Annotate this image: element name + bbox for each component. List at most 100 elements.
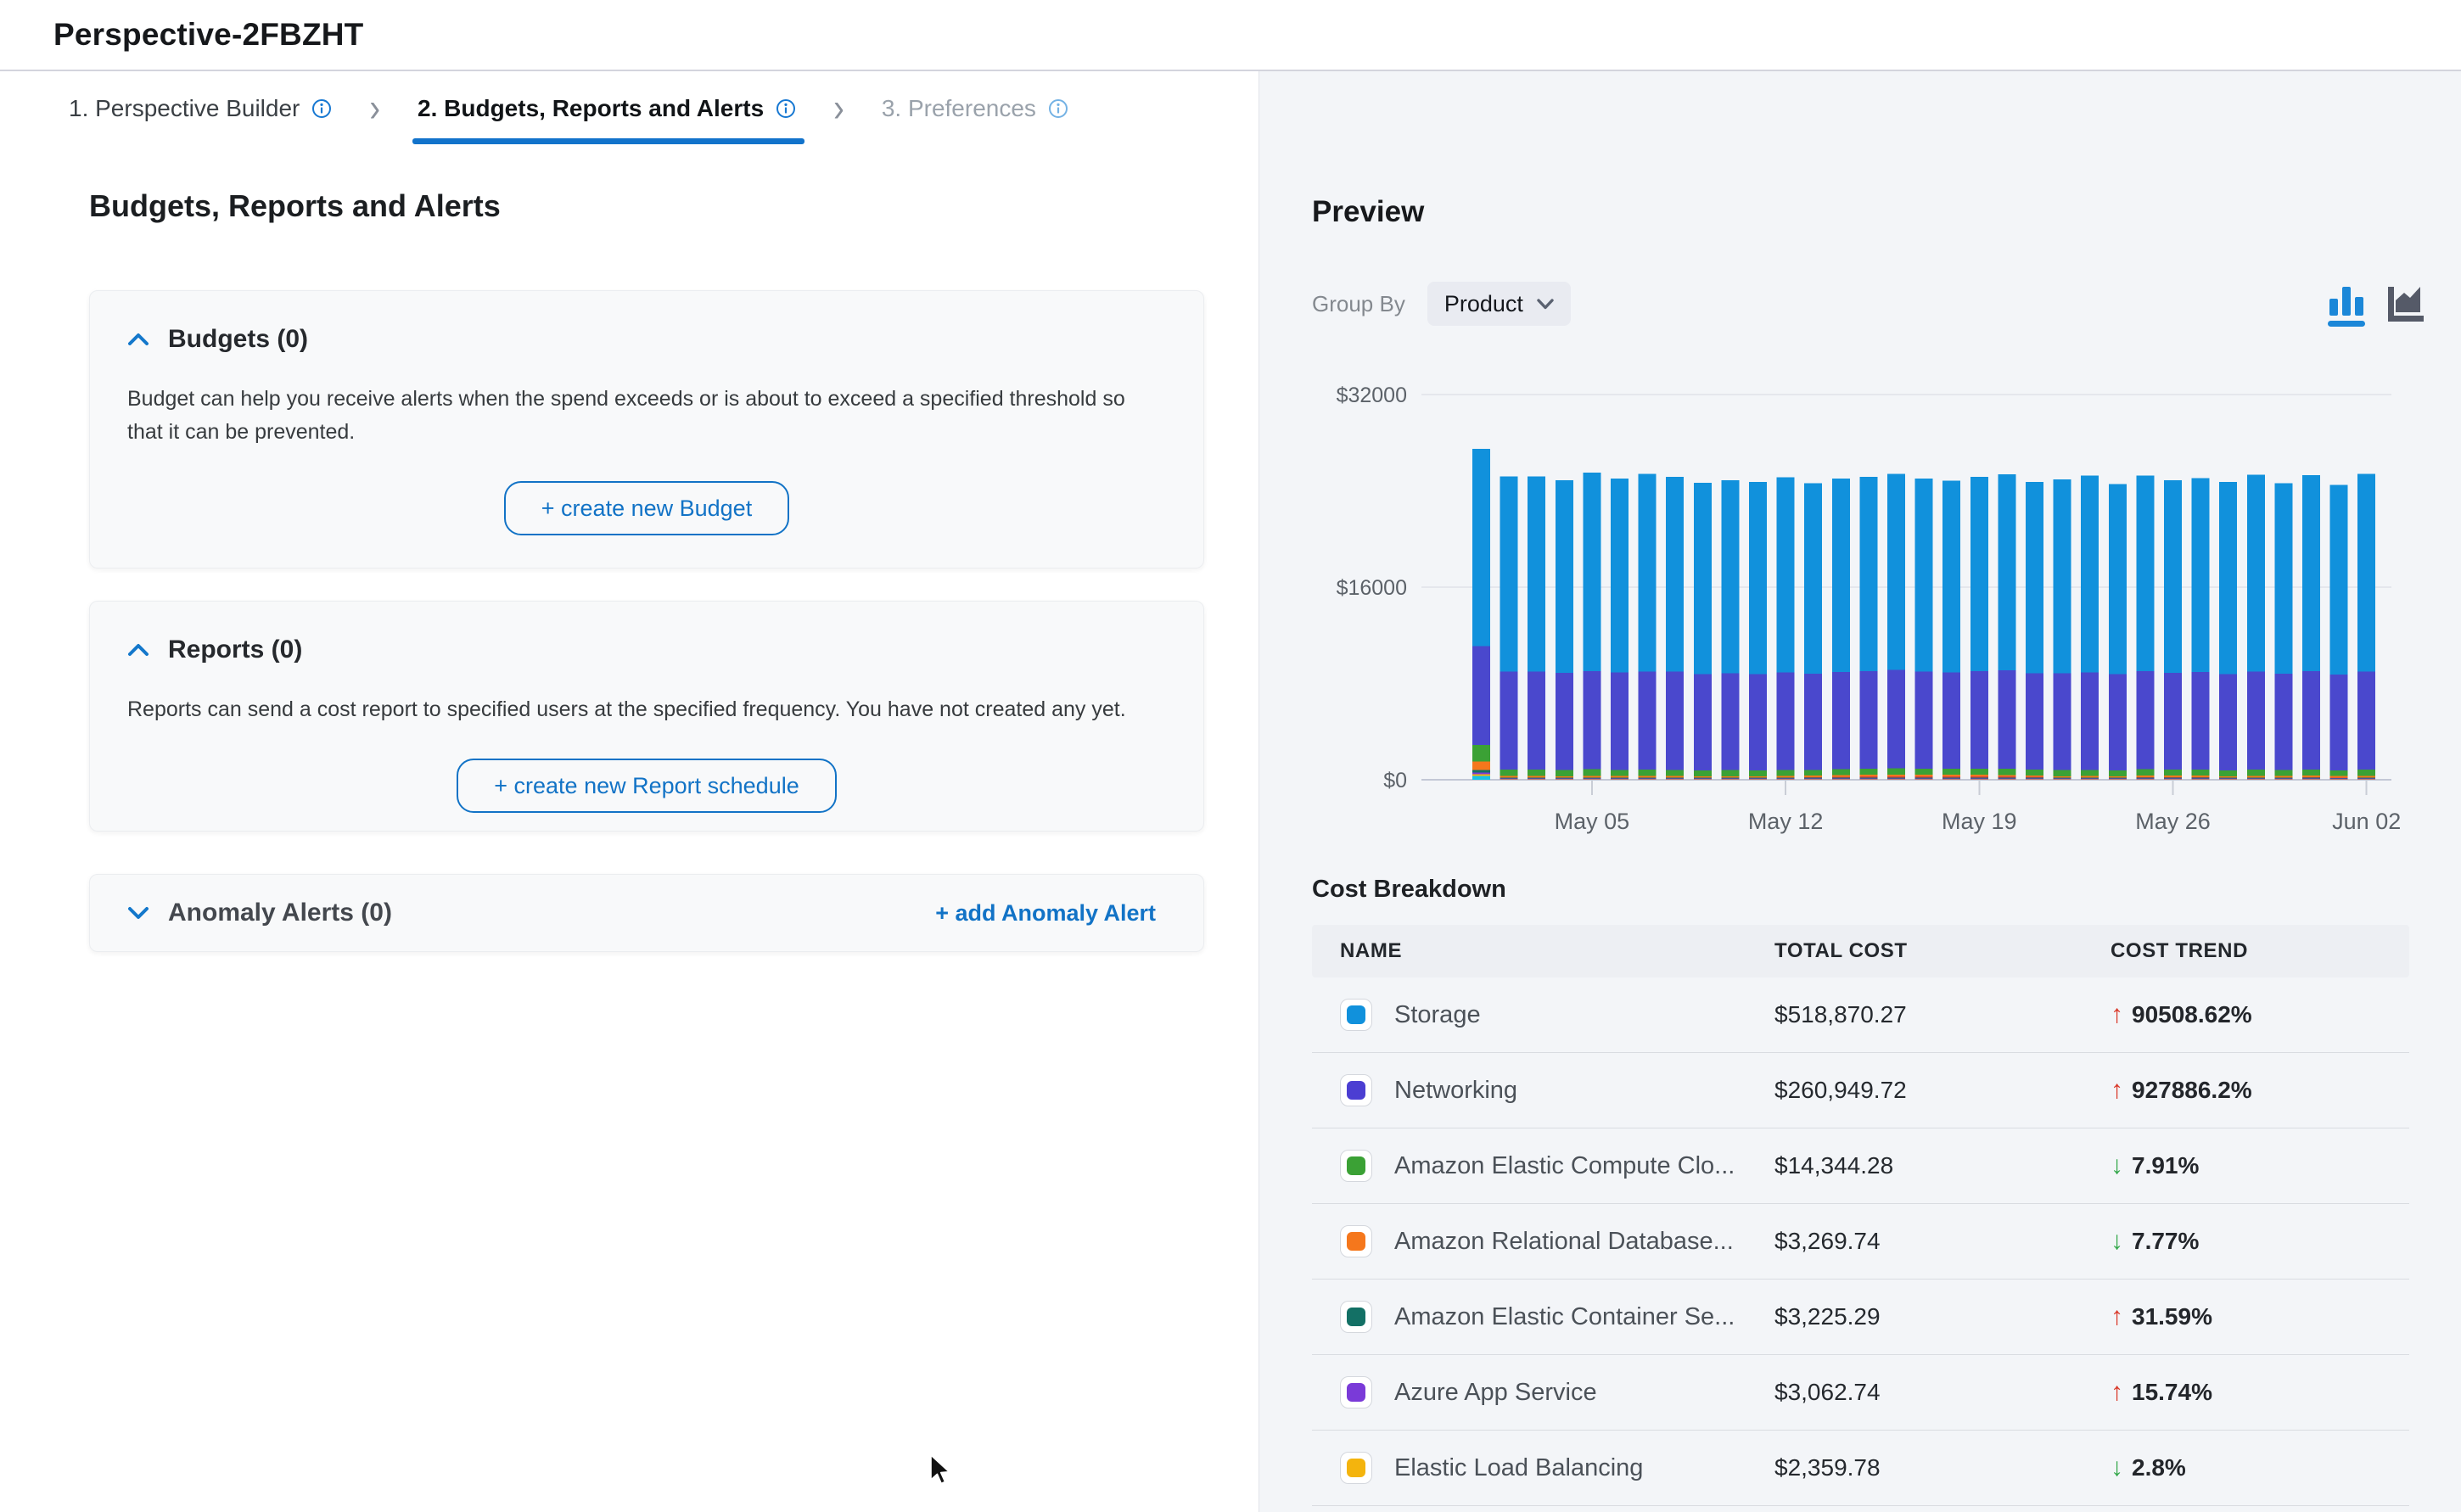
app-header: Perspective-2FBZHT — [0, 0, 2461, 71]
info-icon[interactable] — [776, 98, 796, 119]
budgets-description: Budget can help you receive alerts when … — [127, 383, 1166, 449]
bar-chart-icon[interactable] — [2323, 278, 2372, 329]
svg-text:May 26: May 26 — [2135, 809, 2211, 834]
reports-title: Reports (0) — [168, 636, 302, 664]
tab-budgets-reports-alerts[interactable]: 2. Budgets, Reports and Alerts — [418, 73, 796, 144]
row-total-cost: $3,062.74 — [1774, 1379, 2111, 1406]
row-cost-trend: ↑31.59% — [2111, 1302, 2409, 1331]
chevron-right-icon: › — [833, 88, 844, 129]
svg-text:May 19: May 19 — [1942, 809, 2017, 834]
tab-label: 3. Preferences — [882, 95, 1036, 122]
table-header-row: NAME TOTAL COST COST TREND — [1312, 925, 2409, 977]
table-row[interactable]: Elastic Load Balancing $2,359.78↓2.8% — [1312, 1431, 2409, 1506]
reports-card-header[interactable]: Reports (0) — [127, 636, 1166, 664]
row-name: Azure App Service — [1394, 1379, 1597, 1407]
svg-text:$32000: $32000 — [1337, 384, 1407, 407]
chevron-down-icon — [127, 906, 149, 920]
budgets-card: Budgets (0) Budget can help you receive … — [89, 290, 1204, 568]
row-name: Amazon Relational Database... — [1394, 1228, 1734, 1256]
svg-text:$16000: $16000 — [1337, 576, 1407, 600]
series-color-swatch — [1340, 1452, 1372, 1484]
arrow-down-icon: ↓ — [2111, 1453, 2123, 1482]
chart-type-switcher — [2323, 278, 2430, 329]
tab-label: 2. Budgets, Reports and Alerts — [418, 95, 764, 122]
preview-title: Preview — [1312, 195, 1424, 229]
table-row[interactable]: Azure App Service $3,062.74↑15.74% — [1312, 1355, 2409, 1431]
arrow-up-icon: ↑ — [2111, 1076, 2123, 1105]
cost-preview-chart[interactable]: $0 $16000 $32000 May 05 May 12 May 19 May 26 Ju… — [1312, 371, 2449, 859]
row-total-cost: $518,870.27 — [1774, 1001, 2111, 1028]
column-header-name: NAME — [1312, 939, 1774, 963]
column-header-cost-trend: COST TREND — [2111, 939, 2409, 963]
row-total-cost: $14,344.28 — [1774, 1152, 2111, 1179]
anomaly-alerts-card: Anomaly Alerts (0) + add Anomaly Alert — [89, 874, 1204, 952]
arrow-up-icon: ↑ — [2111, 1378, 2123, 1407]
mouse-cursor — [929, 1454, 951, 1487]
preview-controls: Group By Product — [1312, 280, 2430, 328]
table-row[interactable]: Amazon Elastic Container Se... $3,225.29↑… — [1312, 1280, 2409, 1355]
cost-breakdown-table: NAME TOTAL COST COST TREND Storage $518,8… — [1312, 925, 2409, 1506]
table-row[interactable]: Amazon Relational Database... $3,269.74↓7… — [1312, 1204, 2409, 1280]
chevron-up-icon — [127, 333, 149, 346]
chevron-down-icon — [1537, 299, 1554, 310]
arrow-down-icon: ↓ — [2111, 1227, 2123, 1256]
svg-text:$0: $0 — [1383, 769, 1407, 792]
table-row[interactable]: Storage $518,870.27↑90508.62% — [1312, 977, 2409, 1053]
group-by-value: Product — [1444, 291, 1523, 317]
budgets-title: Budgets (0) — [168, 325, 308, 354]
series-color-swatch — [1340, 1225, 1372, 1257]
series-color-swatch — [1340, 1074, 1372, 1106]
page-title: Perspective-2FBZHT — [53, 17, 364, 53]
table-row[interactable]: Amazon Elastic Compute Clo... $14,344.28↓… — [1312, 1128, 2409, 1204]
arrow-up-icon: ↑ — [2111, 1302, 2123, 1331]
group-by-dropdown[interactable]: Product — [1427, 282, 1571, 326]
tab-preferences[interactable]: 3. Preferences — [882, 73, 1068, 144]
svg-text:May 12: May 12 — [1748, 809, 1824, 834]
row-name: Amazon Elastic Container Se... — [1394, 1303, 1735, 1331]
series-color-swatch — [1340, 1150, 1372, 1182]
svg-text:Jun 02: Jun 02 — [2332, 809, 2401, 834]
row-cost-trend: ↑927886.2% — [2111, 1076, 2409, 1105]
svg-text:May 05: May 05 — [1555, 809, 1630, 834]
row-total-cost: $260,949.72 — [1774, 1077, 2111, 1104]
row-cost-trend: ↑90508.62% — [2111, 1000, 2409, 1029]
row-cost-trend: ↓7.91% — [2111, 1151, 2409, 1180]
budgets-reports-alerts-pane: Budgets, Reports and Alerts Budgets (0) … — [0, 144, 1259, 224]
row-name: Amazon Elastic Compute Clo... — [1394, 1152, 1735, 1180]
column-header-total-cost: TOTAL COST — [1774, 939, 2111, 963]
info-icon[interactable] — [311, 98, 332, 119]
group-by-label: Group By — [1312, 291, 1405, 317]
create-report-schedule-button[interactable]: + create new Report schedule — [457, 759, 836, 813]
add-anomaly-alert-link[interactable]: + add Anomaly Alert — [935, 900, 1156, 927]
anomaly-alerts-card-header[interactable]: Anomaly Alerts (0) — [127, 899, 392, 927]
row-total-cost: $3,269.74 — [1774, 1228, 2111, 1255]
chevron-up-icon — [127, 643, 149, 657]
reports-description: Reports can send a cost report to specif… — [127, 693, 1166, 726]
cost-breakdown-title: Cost Breakdown — [1312, 876, 1506, 904]
row-total-cost: $2,359.78 — [1774, 1454, 2111, 1481]
row-cost-trend: ↓7.77% — [2111, 1227, 2409, 1256]
anomaly-alerts-title: Anomaly Alerts (0) — [168, 899, 392, 927]
preview-panel: Preview Group By Product — [1259, 71, 2461, 1512]
budgets-card-header[interactable]: Budgets (0) — [127, 325, 1166, 354]
info-icon[interactable] — [1048, 98, 1068, 119]
series-color-swatch — [1340, 999, 1372, 1031]
section-heading: Budgets, Reports and Alerts — [89, 188, 1259, 224]
area-chart-icon[interactable] — [2380, 278, 2430, 329]
tab-label: 1. Perspective Builder — [69, 95, 300, 122]
reports-card: Reports (0) Reports can send a cost repo… — [89, 601, 1204, 832]
row-name: Elastic Load Balancing — [1394, 1454, 1643, 1482]
row-name: Storage — [1394, 1001, 1481, 1029]
table-row[interactable]: Networking $260,949.72↑927886.2% — [1312, 1053, 2409, 1128]
tab-perspective-builder[interactable]: 1. Perspective Builder — [69, 73, 332, 144]
row-cost-trend: ↓2.8% — [2111, 1453, 2409, 1482]
row-total-cost: $3,225.29 — [1774, 1303, 2111, 1330]
row-name: Networking — [1394, 1077, 1517, 1105]
table-body: Storage $518,870.27↑90508.62% Networking $2… — [1312, 977, 2409, 1506]
wizard-steps: 1. Perspective Builder › 2. Budgets, Rep… — [69, 73, 1068, 144]
series-color-swatch — [1340, 1376, 1372, 1408]
arrow-down-icon: ↓ — [2111, 1151, 2123, 1180]
create-budget-button[interactable]: + create new Budget — [504, 481, 789, 535]
arrow-up-icon: ↑ — [2111, 1000, 2123, 1029]
row-cost-trend: ↑15.74% — [2111, 1378, 2409, 1407]
